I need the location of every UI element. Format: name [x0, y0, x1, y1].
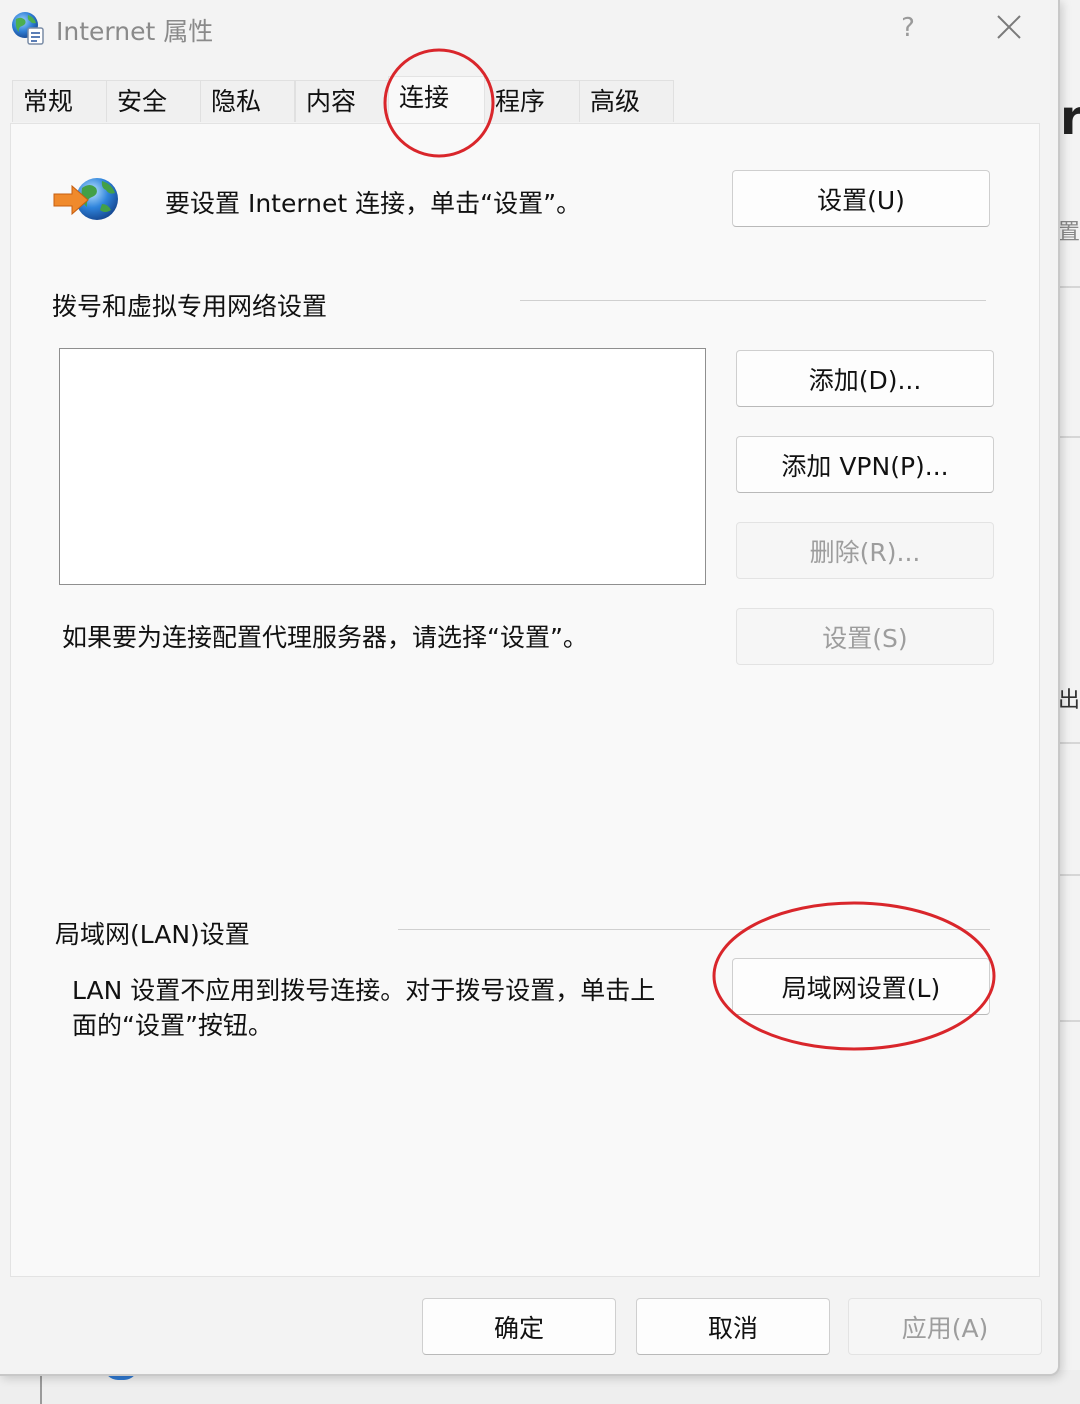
lan-description-line2: 面的“设置”按钮。	[72, 1011, 273, 1040]
tab-general[interactable]: 常规	[12, 80, 107, 122]
background-divider	[40, 1372, 42, 1404]
tab-security[interactable]: 安全	[106, 80, 201, 122]
tab-privacy[interactable]: 隐私	[200, 80, 295, 122]
remove-button[interactable]: 删除(R)...	[736, 522, 994, 579]
lan-description-line1: LAN 设置不应用到拨号连接。对于拨号设置，单击上	[72, 976, 656, 1005]
background-text-fragment: 置	[1058, 220, 1080, 245]
title-bar[interactable]: Internet 属性 ?	[0, 0, 1058, 58]
background-divider	[1058, 436, 1080, 438]
tab-connections[interactable]: 连接	[388, 76, 485, 126]
tab-content[interactable]: 内容	[295, 80, 390, 122]
dialup-section-title: 拨号和虚拟专用网络设置	[52, 292, 328, 321]
tab-programs[interactable]: 程序	[484, 80, 580, 122]
background-divider	[1058, 742, 1080, 744]
background-divider	[1058, 1020, 1080, 1022]
section-divider	[520, 300, 986, 301]
lan-settings-button[interactable]: 局域网设置(L)	[732, 958, 990, 1015]
add-button[interactable]: 添加(D)...	[736, 350, 994, 407]
internet-properties-dialog: Internet 属性 ? 常规 安全 隐私 内容 高级 程序 连接 要设置 I…	[0, 0, 1060, 1376]
connection-settings-button[interactable]: 设置(S)	[736, 608, 994, 665]
background-divider	[1058, 874, 1080, 876]
ok-button[interactable]: 确定	[422, 1298, 616, 1355]
globe-arrow-icon	[52, 174, 120, 224]
lan-section-title: 局域网(LAN)设置	[55, 920, 250, 949]
close-icon	[986, 15, 1032, 52]
background-text-fragment: r	[1060, 90, 1080, 146]
background-divider	[1058, 286, 1080, 288]
section-divider	[398, 929, 990, 930]
connections-list[interactable]	[59, 348, 706, 585]
add-vpn-button[interactable]: 添加 VPN(P)...	[736, 436, 994, 493]
tab-advanced[interactable]: 高级	[579, 80, 674, 122]
setup-button[interactable]: 设置(U)	[732, 170, 990, 227]
apply-button[interactable]: 应用(A)	[848, 1298, 1042, 1355]
close-button[interactable]	[986, 8, 1032, 48]
proxy-instruction-text: 如果要为连接配置代理服务器，请选择“设置”。	[62, 623, 588, 652]
cancel-button[interactable]: 取消	[636, 1298, 830, 1355]
setup-instruction-text: 要设置 Internet 连接，单击“设置”。	[165, 189, 582, 218]
background-text-fragment: 出	[1058, 688, 1080, 713]
window-title: Internet 属性	[56, 17, 214, 46]
internet-options-globe-icon	[10, 10, 46, 46]
help-button[interactable]: ?	[888, 8, 928, 48]
